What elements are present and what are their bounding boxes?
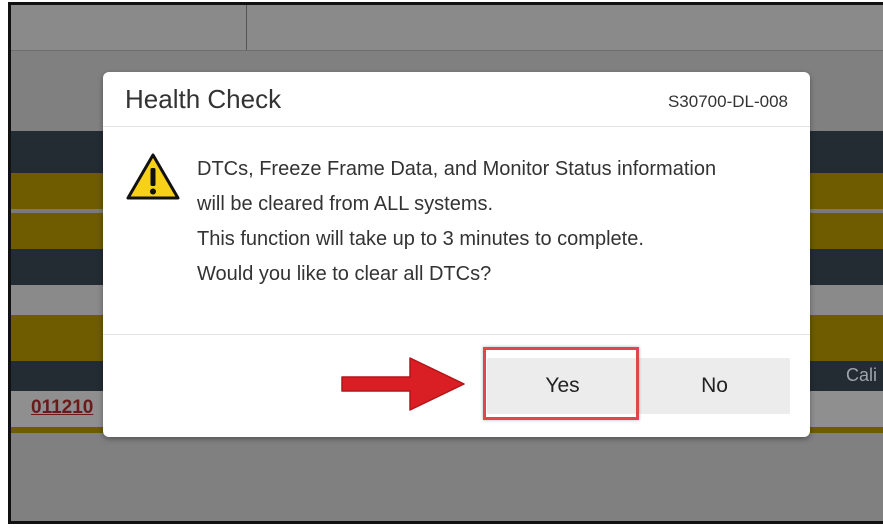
no-button[interactable]: No <box>639 358 790 414</box>
message-line: Would you like to clear all DTCs? <box>197 263 492 285</box>
warning-triangle-icon <box>126 153 180 200</box>
dialog-footer-divider <box>103 334 810 335</box>
dialog-title: Health Check <box>125 84 282 114</box>
background-lower-area <box>11 433 883 521</box>
header-divider <box>246 5 247 50</box>
red-arrow-right-icon <box>341 357 465 411</box>
dialog-header: Health Check S30700-DL-008 <box>103 72 810 127</box>
background-column-header: Cali <box>846 365 878 385</box>
message-line: This function will take up to 3 minutes … <box>197 228 644 250</box>
message-line: will be cleared from ALL systems. <box>197 193 494 215</box>
background-header-bar <box>11 5 883 51</box>
dialog-message: DTCs, Freeze Frame Data, and Monitor Sta… <box>197 152 797 292</box>
yes-button-highlight <box>483 347 639 420</box>
background-row-link[interactable]: 011210 <box>31 397 93 419</box>
dialog-code: S30700-DL-008 <box>667 92 788 111</box>
message-line: DTCs, Freeze Frame Data, and Monitor Sta… <box>197 158 717 180</box>
